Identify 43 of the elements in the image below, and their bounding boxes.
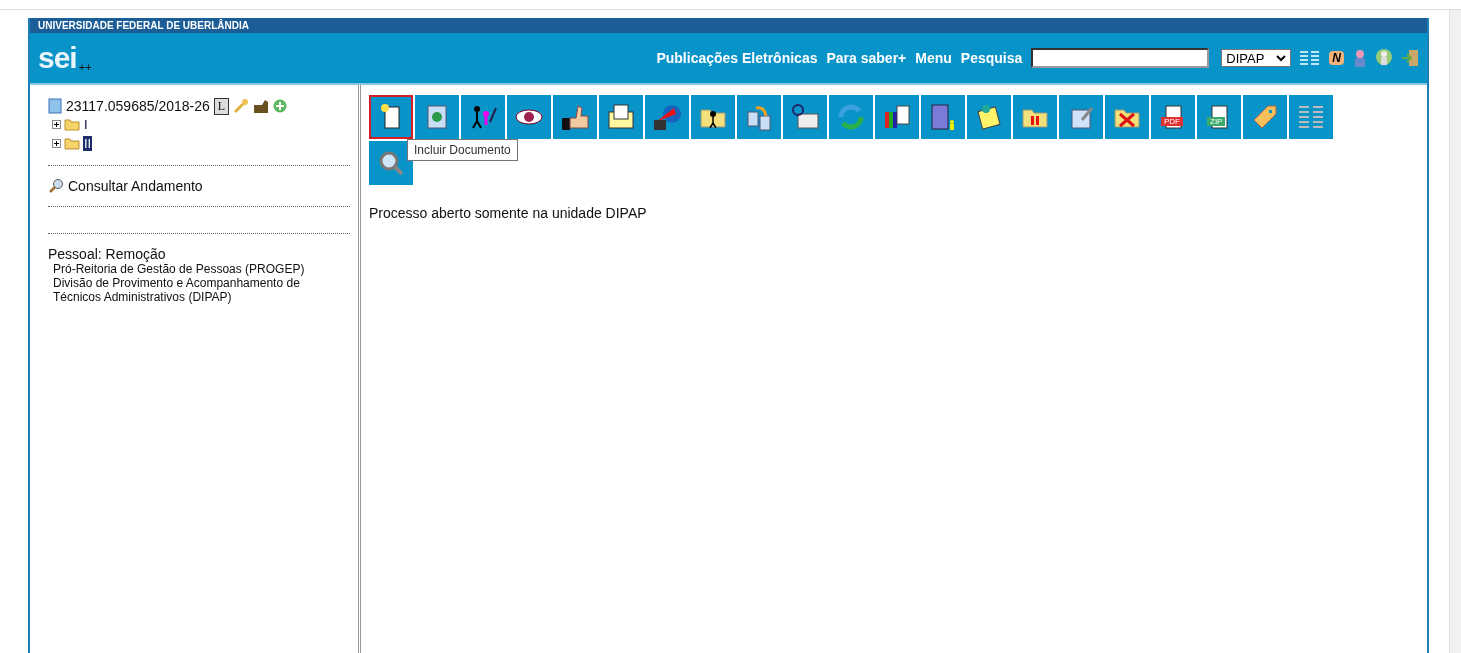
search-icon <box>379 151 403 175</box>
sei-logo[interactable]: sei++ <box>38 43 92 73</box>
folder-icon <box>64 137 80 150</box>
toolbar-button[interactable] <box>967 95 1011 139</box>
toolbar-button[interactable] <box>599 95 643 139</box>
search-field[interactable] <box>1031 48 1210 68</box>
status-message: Processo aberto somente na unidade DIPAP <box>369 205 648 221</box>
toolbar-button[interactable] <box>461 95 505 139</box>
process-icon <box>48 98 62 114</box>
envelope-icon <box>606 102 636 132</box>
consult-link[interactable]: Consultar Andamento <box>68 178 203 194</box>
institution-name: UNIVERSIDADE FEDERAL DE UBERLÂNDIA <box>38 20 249 31</box>
note-icon <box>974 102 1004 132</box>
plus-icon[interactable] <box>273 99 288 113</box>
notes-badge[interactable]: N <box>1329 51 1344 65</box>
tree-item[interactable]: II <box>83 136 93 151</box>
caret-icon <box>1276 54 1287 62</box>
tree-item[interactable]: I <box>83 117 89 132</box>
user-icon[interactable] <box>1376 49 1392 67</box>
tooltip: Incluir Documento <box>407 139 518 161</box>
toolbar-button[interactable] <box>875 95 919 139</box>
unit-select[interactable]: DIPAP <box>1221 49 1292 67</box>
toolbar-button[interactable] <box>553 95 597 139</box>
folder-icon <box>64 118 80 131</box>
toolbar-button[interactable] <box>507 95 551 139</box>
thumbs-up-icon <box>560 102 590 132</box>
toolbar-button[interactable] <box>783 95 827 139</box>
unit-text: Divisão de Provimento e Acompanhamento de <box>53 276 301 290</box>
search-icon <box>48 178 64 194</box>
toolbar-button[interactable] <box>369 95 413 139</box>
toolbar-button[interactable] <box>691 95 735 139</box>
globe-icon <box>652 102 682 132</box>
expand-icon[interactable] <box>52 120 61 129</box>
process-number[interactable]: 23117.059685/2018-26 <box>66 98 210 114</box>
list-icon[interactable] <box>1300 51 1321 65</box>
expand-icon[interactable] <box>52 139 61 148</box>
marker-letter[interactable]: L <box>213 97 230 115</box>
unit-text: Pró-Reitoria de Gestão de Pessoas (PROGEP) <box>53 262 306 276</box>
refresh-icon <box>836 102 866 132</box>
toolbar-button[interactable]: PDF <box>1151 95 1195 139</box>
process-type: Pessoal: Remoção <box>48 246 167 262</box>
scrollbar[interactable] <box>1449 10 1461 653</box>
unit-text: Técnicos Administrativos (DIPAP) <box>53 290 233 304</box>
